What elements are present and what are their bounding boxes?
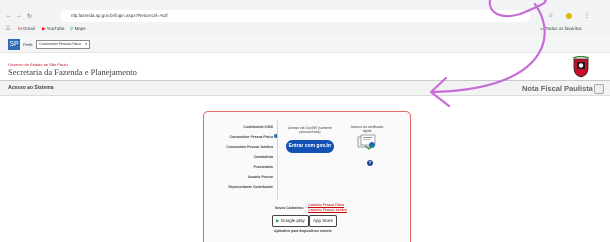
page-title: Secretaria da Fazenda e Planejamento <box>8 67 137 77</box>
help-icon[interactable]: ? <box>367 160 373 166</box>
menu-consumidor-pf[interactable]: Consumidor Pessoa Física <box>230 135 273 139</box>
menu-divider <box>277 120 278 200</box>
profile-label: Perfil: <box>23 42 34 47</box>
mobile-apps-label: Aplicativo para dispositivos móveis <box>274 229 332 233</box>
play-icon: ▶ <box>276 218 280 223</box>
govbr-login-button[interactable]: Entrar com gov.br <box>286 140 334 153</box>
section-bar <box>0 81 610 96</box>
chevron-down-icon: ▾ <box>85 42 87 46</box>
maps-pin-icon: ⚲ <box>70 26 74 31</box>
menu-representante[interactable]: Representante Contribuinte <box>228 185 273 189</box>
all-bookmarks[interactable]: ▭ Todos os favoritos <box>540 26 582 32</box>
certificate-icon[interactable] <box>357 134 377 150</box>
bookmark-maps[interactable]: ⚲ Maps <box>70 26 86 32</box>
menu-consumidor-pj[interactable]: Consumidor Pessoa Jurídica <box>226 145 273 149</box>
menu-dots-icon[interactable]: ⋮ <box>584 12 590 19</box>
gmail-icon: M <box>18 26 22 31</box>
product-title: Nota Fiscal Paulista <box>522 84 593 93</box>
menu-contabilista[interactable]: Contabilista <box>254 155 273 159</box>
govbr-caption: Acesse via Gov.BR (somente pessoa física… <box>287 126 333 134</box>
sp-logo: SP <box>8 39 20 50</box>
star-icon[interactable]: ☆ <box>548 12 553 19</box>
menu-usuario-procon[interactable]: Usuário Procon <box>248 175 273 179</box>
google-play-badge[interactable]: ▶ Google play <box>272 215 309 227</box>
toggle-icon[interactable] <box>594 84 604 94</box>
bookmark-youtube[interactable]: ▶ YouTube <box>42 26 64 32</box>
cert-caption: Acesso via certificado digital <box>350 125 384 133</box>
reload-icon[interactable]: ↻ <box>27 13 32 20</box>
back-icon[interactable]: ← <box>6 13 12 19</box>
youtube-icon: ▶ <box>42 26 46 31</box>
apps-grid-icon[interactable]: ☷ <box>6 26 10 32</box>
menu-contribuinte-icms[interactable]: Contribuinte ICMS <box>243 125 273 129</box>
register-pf-link[interactable]: Cadastro Pessoa Física <box>308 203 344 207</box>
app-store-badge[interactable]: App Store <box>309 215 338 227</box>
forward-icon[interactable]: → <box>16 13 22 19</box>
extension-icon[interactable] <box>566 13 572 19</box>
sp-coat-of-arms-icon <box>572 56 590 78</box>
folder-icon: ▭ <box>540 26 545 31</box>
profile-select[interactable]: Consumidor Pessoa Física ▾ <box>36 40 90 49</box>
register-pj-link[interactable]: Cadastro Pessoa Jurídica <box>308 208 347 212</box>
new-registrations-label: Novos Cadastros: <box>275 206 305 210</box>
menu-funcionario[interactable]: Funcionário <box>254 165 273 169</box>
address-bar-url: nfp.fazenda.sp.gov.br/login.aspx?ReturnU… <box>71 13 168 18</box>
section-title: Acesso ao Sistema <box>8 85 54 91</box>
gov-bar <box>0 36 610 53</box>
bookmark-gmail[interactable]: M Gmail <box>18 26 35 31</box>
